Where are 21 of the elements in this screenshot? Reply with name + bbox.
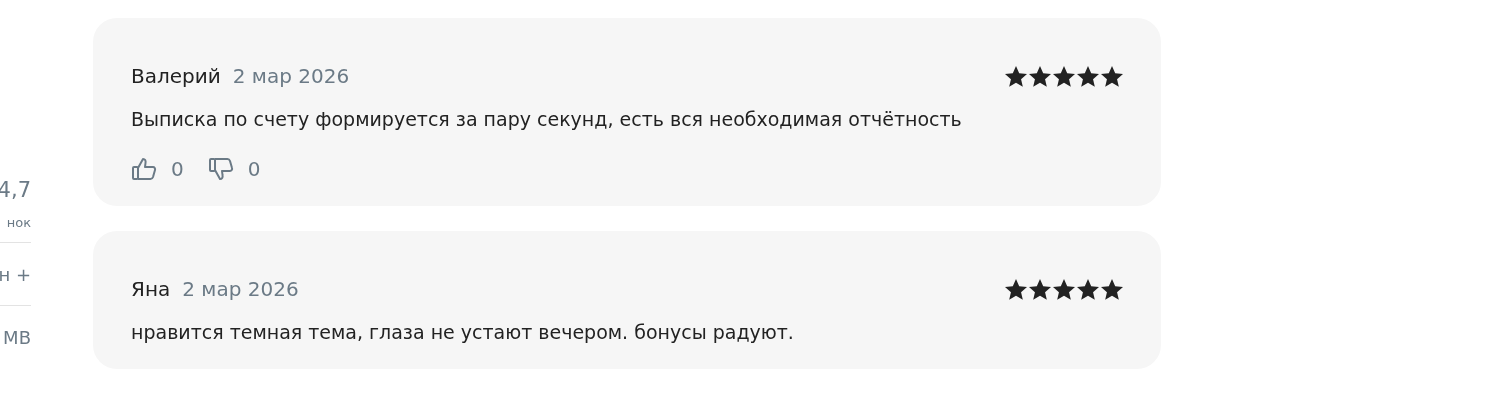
star-icon bbox=[1053, 278, 1075, 300]
star-icon bbox=[1005, 278, 1027, 300]
star-icon bbox=[1029, 278, 1051, 300]
author-name: Валерий bbox=[131, 64, 221, 88]
review-date: 2 мар 2026 bbox=[232, 64, 350, 88]
star-icon bbox=[1053, 65, 1075, 87]
info-value: н + bbox=[0, 263, 31, 285]
review-text: Выписка по счету формируется за пару секунд, есть вся необходимая отчётность bbox=[131, 107, 963, 132]
review-date: 2 мар 2026 bbox=[182, 277, 299, 301]
star-icon bbox=[1005, 65, 1027, 87]
star-icon bbox=[1101, 65, 1123, 87]
info-value: MB bbox=[3, 326, 31, 348]
star-icon bbox=[1101, 278, 1123, 300]
star-icon bbox=[1077, 278, 1099, 300]
dislike-button[interactable]: 0 bbox=[207, 156, 261, 182]
star-icon bbox=[1029, 65, 1051, 87]
like-button[interactable]: 0 bbox=[131, 156, 184, 182]
star-icon bbox=[1077, 65, 1099, 87]
author-name: Яна bbox=[131, 277, 171, 301]
rating-caption: нок bbox=[6, 214, 31, 232]
review-text: нравится темная тема, глаза не устают вечером. бонусы радуют. bbox=[131, 320, 795, 345]
